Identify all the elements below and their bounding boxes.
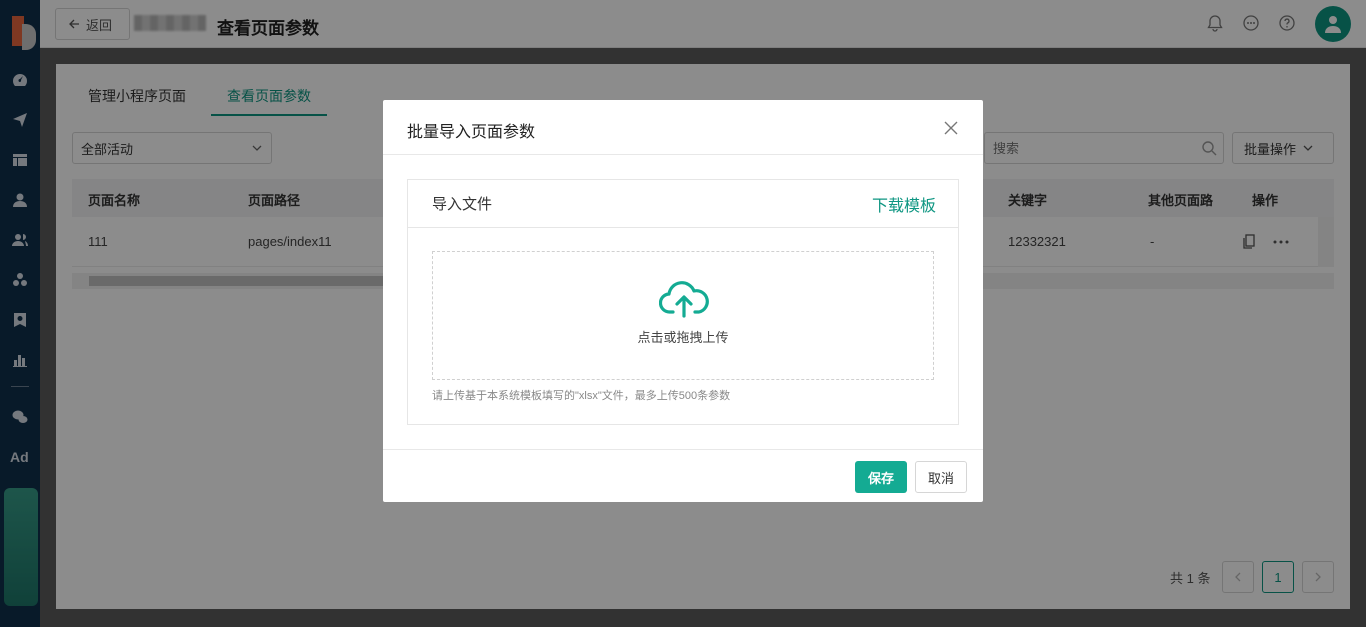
upload-dropzone[interactable]: 点击或拖拽上传: [432, 251, 934, 380]
modal-footer: 保存 取消: [383, 449, 983, 502]
import-panel: 导入文件 下载模板 点击或拖拽上传 请上传基于本系统模板填写的"xlsx"文件，…: [407, 179, 959, 425]
cloud-upload-icon: [659, 281, 709, 318]
import-panel-header: 导入文件 下载模板: [408, 180, 958, 228]
upload-hint: 请上传基于本系统模板填写的"xlsx"文件，最多上传500条参数: [432, 390, 731, 402]
import-file-label: 导入文件: [432, 196, 493, 213]
download-template-link[interactable]: 下载模板: [872, 192, 936, 216]
save-button[interactable]: 保存: [855, 461, 907, 493]
cancel-button[interactable]: 取消: [915, 461, 967, 493]
modal-header: 批量导入页面参数: [383, 100, 983, 155]
import-modal: 批量导入页面参数 导入文件 下载模板 点击或拖拽上传 请上传基于本系统模板填写的…: [383, 100, 983, 502]
upload-text: 点击或拖拽上传: [637, 330, 729, 345]
close-icon[interactable]: [941, 118, 961, 138]
modal-title: 批量导入页面参数: [407, 124, 536, 141]
